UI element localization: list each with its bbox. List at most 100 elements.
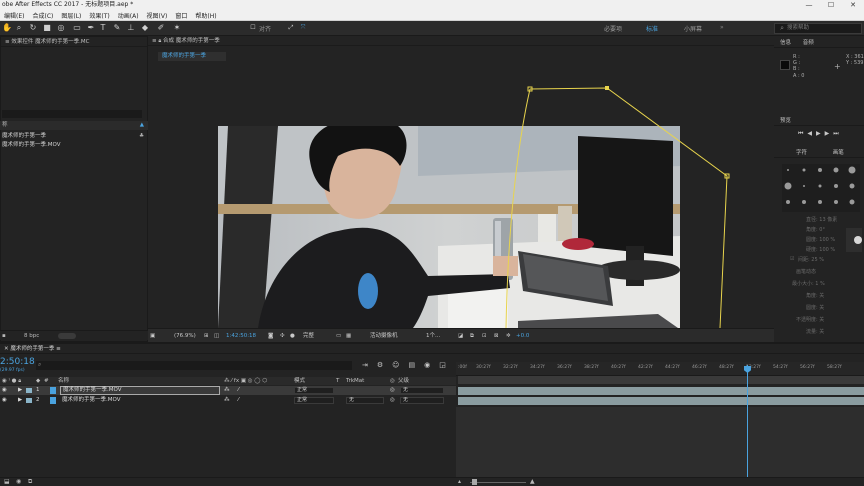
pan-behind-tool-icon[interactable]: ◎	[56, 23, 66, 33]
column-trkmat[interactable]: TrkMat	[346, 377, 364, 385]
transparency-grid-icon[interactable]: ▦	[346, 329, 351, 343]
label-color[interactable]	[26, 398, 32, 403]
mask-vertex[interactable]	[605, 86, 609, 90]
tab-character[interactable]: 字符	[796, 150, 807, 156]
timeline-header[interactable]: ✕ 魔术师的手第一季 ≡	[0, 344, 864, 354]
mask-visibility-icon[interactable]: ◫	[214, 329, 219, 343]
panel-menu-icon[interactable]: ≡	[56, 346, 61, 352]
workspace-essentials[interactable]: 必要项	[604, 24, 622, 33]
roto-brush-tool-icon[interactable]: ✐	[156, 23, 166, 33]
parent-dropdown[interactable]: 无	[400, 387, 444, 394]
layer-duration-bar[interactable]	[458, 387, 864, 395]
sort-arrow-icon[interactable]: ▲	[140, 121, 144, 130]
rectangle-tool-icon[interactable]: ▭	[72, 23, 82, 33]
current-time-indicator[interactable]	[747, 365, 748, 477]
menu-view[interactable]: 视图(V)	[143, 11, 172, 20]
graph-editor-icon[interactable]: ◲	[439, 361, 455, 369]
mode-dropdown[interactable]: 正常	[294, 387, 334, 394]
quality-switch-icon[interactable]: ⁄	[238, 396, 239, 405]
pickwhip-icon[interactable]: ◎	[390, 396, 395, 405]
show-snapshot-icon[interactable]: ✣	[280, 329, 285, 343]
zoom-tool-icon[interactable]: ⌕	[14, 23, 24, 33]
column-parent[interactable]: 父级	[398, 377, 409, 385]
tab-audio[interactable]: 音频	[803, 40, 814, 46]
next-frame-icon[interactable]: ▶	[825, 130, 834, 137]
zoom-slider[interactable]	[470, 482, 526, 483]
mode-dropdown[interactable]: 正常	[294, 397, 334, 404]
puppet-tool-icon[interactable]: ✶	[172, 23, 182, 33]
camera-tool-icon[interactable]: ■	[42, 23, 52, 33]
shy-icon[interactable]: ☺	[392, 361, 408, 369]
brush-tips-grid[interactable]	[782, 164, 860, 212]
eraser-tool-icon[interactable]: ◆	[140, 23, 150, 33]
flowchart-view-icon[interactable]: ⊠	[494, 329, 499, 343]
composition-header[interactable]: ≡ 🔒︎ 合成 魔术师的手第一季	[148, 36, 774, 46]
shy-switch-icon[interactable]: ⁂	[224, 386, 230, 395]
menu-animation[interactable]: 动画(A)	[114, 11, 143, 20]
bpc-label[interactable]: 8 bpc	[24, 331, 39, 341]
layer-row[interactable]: ◉ ▶ 2 魔术师的手第一季.MOV ⁂ ⁄ 正常 无 ◎ 无	[0, 396, 456, 405]
menu-composition[interactable]: 合成(C)	[28, 11, 57, 20]
pickwhip-icon[interactable]: ◎	[390, 386, 395, 395]
comp-mini-flowchart-icon[interactable]: ⇥	[362, 361, 377, 369]
zoom-slider-thumb[interactable]	[472, 479, 477, 485]
reset-exposure-icon[interactable]: ✲	[506, 329, 511, 343]
last-frame-icon[interactable]: ⏭	[833, 130, 842, 137]
workspace-more-icon[interactable]: »	[720, 24, 724, 31]
close-button[interactable]: ✕	[842, 0, 864, 10]
label-color[interactable]	[26, 388, 32, 393]
pen-tool-icon[interactable]: ✒	[86, 23, 96, 33]
parent-dropdown[interactable]: 无	[400, 397, 444, 404]
snap-options-icon[interactable]: ⤧	[298, 23, 308, 33]
fast-preview-icon[interactable]: ⧉	[470, 329, 474, 343]
grid-icon[interactable]: ⊞	[204, 329, 209, 343]
layer-name[interactable]: 魔术师的手第一季.MOV	[62, 396, 121, 405]
draft-3d-icon[interactable]: ⚙	[377, 361, 392, 369]
hand-tool-icon[interactable]: ✋	[2, 23, 12, 33]
minimize-button[interactable]: —	[798, 0, 820, 10]
text-tool-icon[interactable]: T	[98, 23, 108, 33]
project-search-input[interactable]	[2, 110, 142, 118]
eye-icon[interactable]: ◉	[2, 396, 7, 405]
layer-name[interactable]: 魔术师的手第一季.MOV	[60, 386, 220, 395]
expand-arrow-icon[interactable]: ▶	[18, 386, 22, 395]
menu-window[interactable]: 窗口	[171, 11, 191, 20]
exposure-value[interactable]: +0.0	[516, 329, 529, 343]
comp-tab[interactable]: 魔术师的手第一季	[158, 52, 226, 61]
view-layout-dropdown[interactable]: 1个...	[426, 329, 440, 343]
mask-path[interactable]	[148, 62, 774, 328]
column-mode[interactable]: 模式	[294, 377, 305, 385]
channel-icon[interactable]: ●	[290, 329, 295, 343]
menu-layer[interactable]: 图层(L)	[57, 11, 85, 20]
menu-help[interactable]: 帮助(H)	[191, 11, 220, 20]
camera-dropdown[interactable]: 活动摄像机	[370, 329, 398, 343]
snap-icon[interactable]: ⤢	[286, 23, 296, 33]
time-ruler[interactable]: :00f 30:27f 32:27f 34:27f 36:27f 38:27f …	[456, 362, 864, 376]
timeline-icon[interactable]: ⊡	[482, 329, 487, 343]
interpret-footage-icon[interactable]: ▪	[2, 331, 6, 341]
spacing-checkbox[interactable]: ☑	[790, 256, 794, 262]
rotate-tool-icon[interactable]: ↻	[28, 23, 38, 33]
toggle-modes-icon[interactable]: ◉	[16, 478, 21, 485]
resolution-dropdown[interactable]: 完整	[303, 329, 314, 343]
workspace-small-screen[interactable]: 小屏幕	[684, 24, 702, 33]
search-help-input[interactable]: 搜索帮助	[774, 23, 862, 34]
column-t[interactable]: T	[336, 377, 339, 385]
shy-switch-icon[interactable]: ⁂	[224, 396, 230, 405]
eye-icon[interactable]: ◉	[2, 386, 7, 395]
layer-empty-area[interactable]	[0, 407, 456, 477]
layer-row[interactable]: ◉ ▶ 1 魔术师的手第一季.MOV ⁂ ⁄ 正常 ◎ 无	[0, 386, 456, 395]
project-item[interactable]: 魔术师的手第一季.MOV	[0, 141, 148, 149]
frame-blending-icon[interactable]: ▤	[408, 361, 424, 369]
flowchart-icon[interactable]: ♣	[139, 132, 144, 140]
current-time[interactable]: 1:42:50:18	[226, 329, 256, 343]
trkmat-dropdown[interactable]: 无	[346, 397, 384, 404]
trash-icon[interactable]	[58, 333, 76, 339]
region-icon[interactable]: ▭	[336, 329, 341, 343]
first-frame-icon[interactable]: ⏮	[798, 130, 807, 137]
effect-controls-header[interactable]: ≡ 效果控件 魔术师的手第一季.MC	[1, 37, 147, 47]
snapshot-icon[interactable]: ◙	[268, 329, 273, 343]
zoom-out-icon[interactable]: ▴	[458, 478, 461, 485]
previous-frame-icon[interactable]: ◀	[807, 130, 816, 137]
maximize-button[interactable]: ☐	[820, 0, 842, 10]
